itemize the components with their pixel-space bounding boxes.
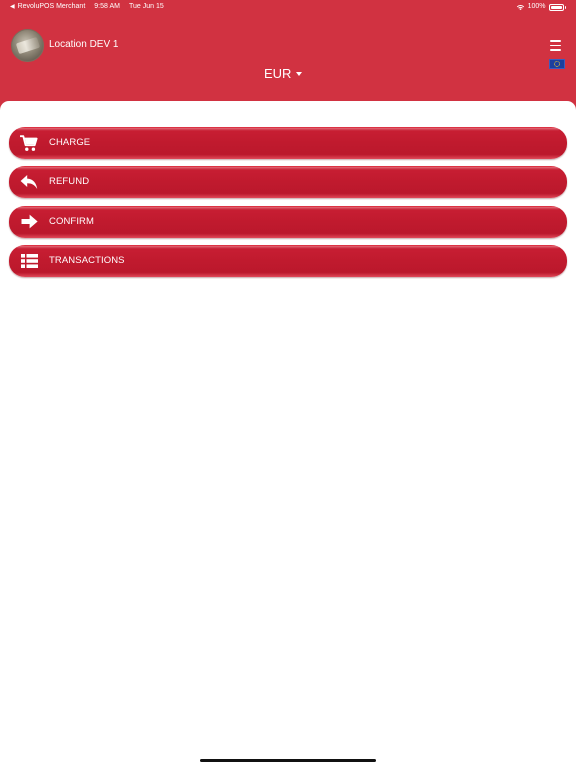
menu-line bbox=[550, 44, 561, 47]
refund-label: REFUND bbox=[49, 176, 90, 188]
status-time: 9:58 AM bbox=[94, 3, 120, 10]
app-screen: ◀ RevoluPOS Merchant 9:58 AM Tue Jun 15 … bbox=[0, 0, 576, 768]
shopping-cart-icon bbox=[20, 134, 38, 152]
back-app-label: RevoluPOS Merchant bbox=[17, 3, 86, 10]
transactions-label: TRANSACTIONS bbox=[49, 254, 125, 266]
caret-down-icon bbox=[296, 72, 303, 76]
back-to-app[interactable]: ◀ RevoluPOS Merchant bbox=[10, 0, 85, 14]
refund-button[interactable]: REFUND bbox=[9, 166, 567, 199]
status-left: ◀ RevoluPOS Merchant 9:58 AM Tue Jun 15 bbox=[10, 0, 164, 14]
main-content: CHARGE REFUND CONFIRM TRANSACTIONS bbox=[0, 101, 576, 768]
status-date: Tue Jun 15 bbox=[128, 3, 164, 10]
location-avatar[interactable] bbox=[11, 29, 44, 62]
arrow-right-icon bbox=[20, 213, 38, 231]
status-right: 100% bbox=[516, 0, 566, 14]
status-bar: ◀ RevoluPOS Merchant 9:58 AM Tue Jun 15 … bbox=[0, 0, 576, 14]
charge-button[interactable]: CHARGE bbox=[9, 127, 567, 159]
back-arrow-icon: ◀ bbox=[10, 4, 15, 10]
battery-percent: 100% bbox=[527, 3, 546, 10]
charge-label: CHARGE bbox=[49, 137, 91, 148]
transactions-button[interactable]: TRANSACTIONS bbox=[9, 244, 567, 277]
hamburger-menu-icon[interactable] bbox=[550, 40, 563, 51]
menu-line bbox=[550, 49, 561, 51]
battery-tip bbox=[564, 5, 566, 9]
currency-label: EUR bbox=[264, 66, 292, 81]
currency-selector[interactable]: EUR bbox=[264, 66, 303, 82]
list-icon bbox=[20, 252, 38, 270]
wifi-icon bbox=[516, 5, 524, 11]
battery-icon bbox=[548, 3, 564, 11]
eu-flag-icon[interactable] bbox=[549, 59, 565, 69]
action-list: CHARGE REFUND CONFIRM TRANSACTIONS bbox=[9, 127, 567, 284]
confirm-label: CONFIRM bbox=[49, 215, 95, 227]
menu-line bbox=[550, 40, 561, 42]
reply-arrow-icon bbox=[20, 173, 38, 191]
home-indicator[interactable] bbox=[200, 759, 376, 762]
eu-stars-icon bbox=[554, 61, 560, 67]
location-name: Location DEV 1 bbox=[49, 39, 119, 50]
battery-fill bbox=[550, 5, 562, 9]
confirm-button[interactable]: CONFIRM bbox=[9, 205, 567, 238]
